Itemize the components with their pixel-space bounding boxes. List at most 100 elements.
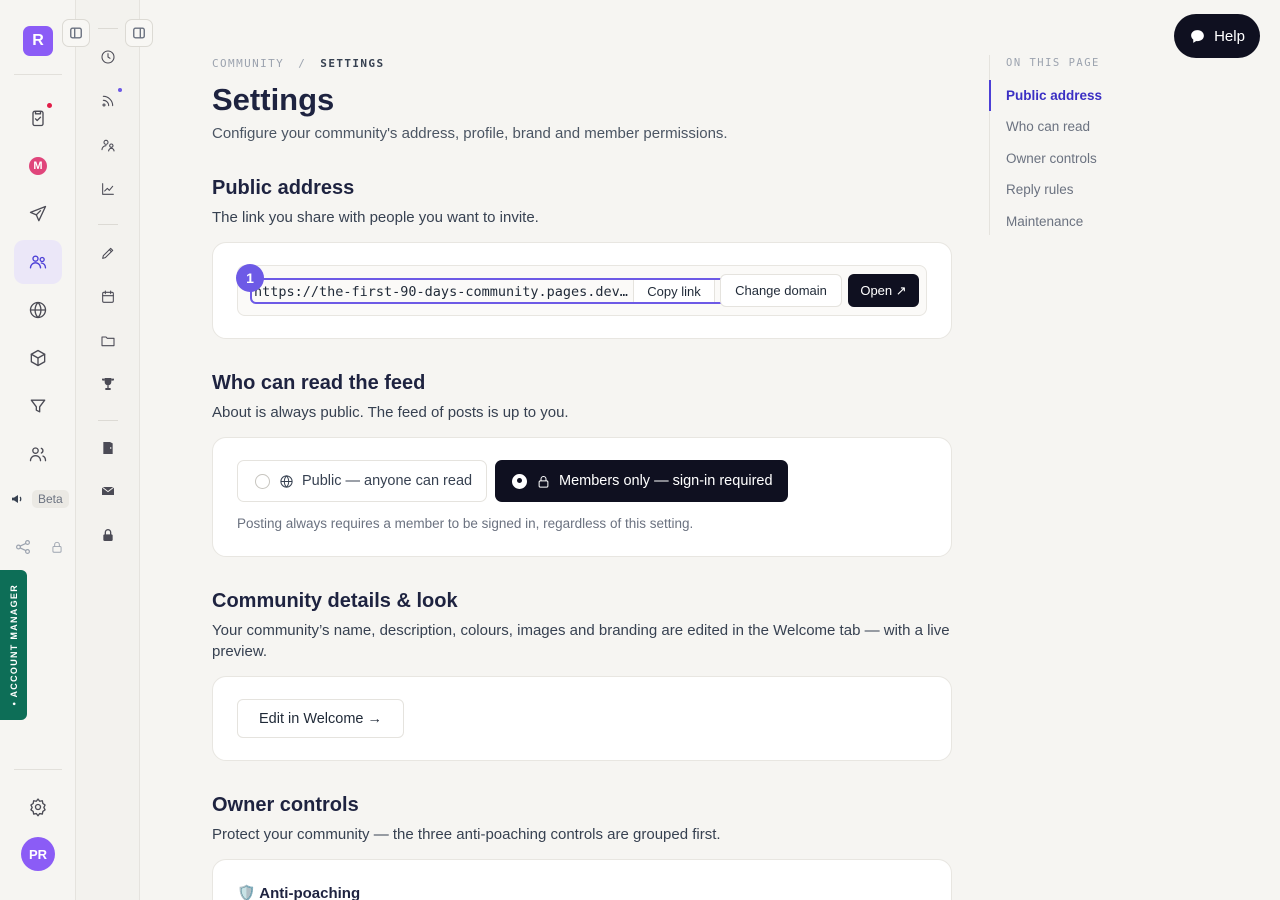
m-app-nav-button[interactable]: M — [14, 144, 62, 188]
megaphone-icon — [12, 495, 22, 503]
users-nav-button[interactable] — [14, 432, 62, 476]
rss-icon — [102, 95, 114, 107]
public-url-field[interactable]: https://the-first-90-days-community.page… — [254, 282, 632, 302]
public-radio-option[interactable]: Public — anyone can read — [237, 460, 487, 502]
page-subtitle: Configure your community's address, prof… — [212, 125, 728, 142]
help-label: Help — [1214, 27, 1245, 45]
files-button[interactable] — [96, 329, 120, 353]
community-icon — [29, 255, 47, 269]
chat-bubble-icon — [1191, 29, 1204, 43]
collapse-secondary-button[interactable] — [125, 19, 153, 47]
details-title: Community details & look — [212, 590, 458, 612]
globe-nav-button[interactable] — [14, 288, 62, 332]
open-url-button[interactable]: Open ↗ — [848, 274, 919, 307]
share-icon[interactable] — [14, 538, 32, 556]
door-icon — [103, 442, 113, 454]
breadcrumb-parent[interactable]: COMMUNITY — [212, 57, 284, 70]
globe-icon — [29, 301, 47, 319]
account-manager-tab[interactable]: • ACCOUNT MANAGER — [0, 570, 27, 720]
details-card: Edit in Welcome → — [212, 676, 952, 761]
toc-item-owner-controls[interactable]: Owner controls — [1006, 151, 1097, 166]
pen-icon — [102, 247, 114, 259]
toc-item-who-can-read[interactable]: Who can read — [1006, 119, 1090, 134]
feed-access-subtitle: About is always public. The feed of post… — [212, 404, 569, 421]
breadcrumb: COMMUNITY / SETTINGS — [212, 57, 384, 70]
feed-button[interactable] — [96, 88, 122, 113]
trophy-icon — [102, 378, 114, 390]
anti-poaching-title: 🛡️ Anti-poaching — [237, 885, 361, 900]
public-address-subtitle: The link you share with people you want … — [212, 209, 539, 226]
owner-controls-title: Owner controls — [212, 794, 359, 816]
announcements-beta-row[interactable]: Beta — [10, 490, 69, 508]
box-icon — [30, 349, 46, 367]
clipboard-check-icon — [32, 110, 44, 127]
analytics-button[interactable] — [96, 177, 120, 201]
feed-access-title: Who can read the feed — [212, 372, 426, 394]
edit-in-welcome-button[interactable]: Edit in Welcome → — [237, 699, 404, 738]
doors-button[interactable] — [96, 436, 120, 460]
feed-access-card: Public — anyone can read Members only — … — [212, 437, 952, 557]
leaderboard-button[interactable] — [96, 372, 120, 396]
products-nav-button[interactable] — [14, 336, 62, 380]
user-avatar[interactable]: PR — [21, 837, 55, 871]
public-address-card: https://the-first-90-days-community.page… — [212, 242, 952, 339]
folder-icon — [101, 336, 115, 347]
url-bar: https://the-first-90-days-community.page… — [237, 265, 927, 316]
public-option-label: Public — anyone can read — [302, 473, 473, 489]
step-badge: 1 — [236, 264, 264, 292]
change-domain-button[interactable]: Change domain — [720, 274, 842, 307]
toc-item-maintenance[interactable]: Maintenance — [1006, 214, 1083, 229]
send-icon — [29, 205, 47, 222]
breadcrumb-current: SETTINGS — [320, 57, 385, 70]
private-button[interactable] — [96, 523, 120, 547]
unread-dot — [118, 88, 122, 92]
globe-icon — [280, 474, 293, 488]
rail-divider — [98, 28, 118, 29]
members-button[interactable] — [96, 133, 120, 157]
funnel-nav-button[interactable] — [14, 384, 62, 428]
m-app-icon: M — [29, 157, 47, 175]
lock-icon — [52, 541, 62, 553]
share-row — [14, 538, 64, 556]
users-icon — [29, 447, 47, 462]
gear-icon — [30, 798, 46, 817]
details-subtitle: Your community’s name, description, colo… — [212, 622, 950, 660]
community-nav-button[interactable] — [14, 240, 62, 284]
collapse-primary-button[interactable] — [62, 19, 90, 47]
owner-controls-subtitle: Protect your community — the three anti-… — [212, 826, 721, 843]
chart-icon — [102, 183, 114, 195]
help-button[interactable]: Help — [1174, 14, 1260, 58]
public-address-title: Public address — [212, 177, 355, 199]
toc-active-indicator — [989, 80, 991, 111]
on-this-page-nav: ON THIS PAGE Public address Who can read… — [989, 55, 1229, 235]
primary-rail: R M Beta • ACCOUNT MANAGER PR — [0, 0, 76, 900]
messages-button[interactable] — [96, 479, 120, 503]
notification-dot — [47, 103, 52, 108]
settings-nav-button[interactable] — [14, 785, 62, 829]
lock-icon — [103, 529, 113, 541]
anti-poaching-card: 🛡️ Anti-poaching — [212, 859, 952, 900]
sidebar-toggle-icon — [70, 27, 82, 39]
app-logo[interactable]: R — [23, 26, 53, 56]
toc-item-public-address[interactable]: Public address — [1006, 88, 1102, 103]
secondary-rail — [76, 0, 140, 900]
toc-item-reply-rules[interactable]: Reply rules — [1006, 182, 1074, 197]
beta-badge: Beta — [32, 490, 69, 508]
lock-icon — [538, 475, 549, 488]
recent-button[interactable] — [96, 45, 120, 69]
clock-icon — [101, 50, 115, 64]
rail-divider — [98, 420, 118, 421]
posts-button[interactable] — [96, 241, 120, 265]
members-only-radio-option[interactable]: Members only — sign-in required — [495, 460, 788, 502]
radio-button-selected — [512, 473, 527, 489]
sidebar-toggle-icon — [133, 27, 145, 39]
account-manager-label: • ACCOUNT MANAGER — [8, 584, 19, 706]
rail-divider — [98, 224, 118, 225]
copy-link-button[interactable]: Copy link — [633, 280, 715, 302]
send-nav-button[interactable] — [14, 192, 62, 236]
events-button[interactable] — [96, 285, 120, 309]
tasks-nav-button[interactable] — [14, 96, 62, 140]
breadcrumb-separator: / — [298, 57, 307, 70]
funnel-icon — [30, 399, 46, 413]
members-icon — [101, 139, 115, 152]
